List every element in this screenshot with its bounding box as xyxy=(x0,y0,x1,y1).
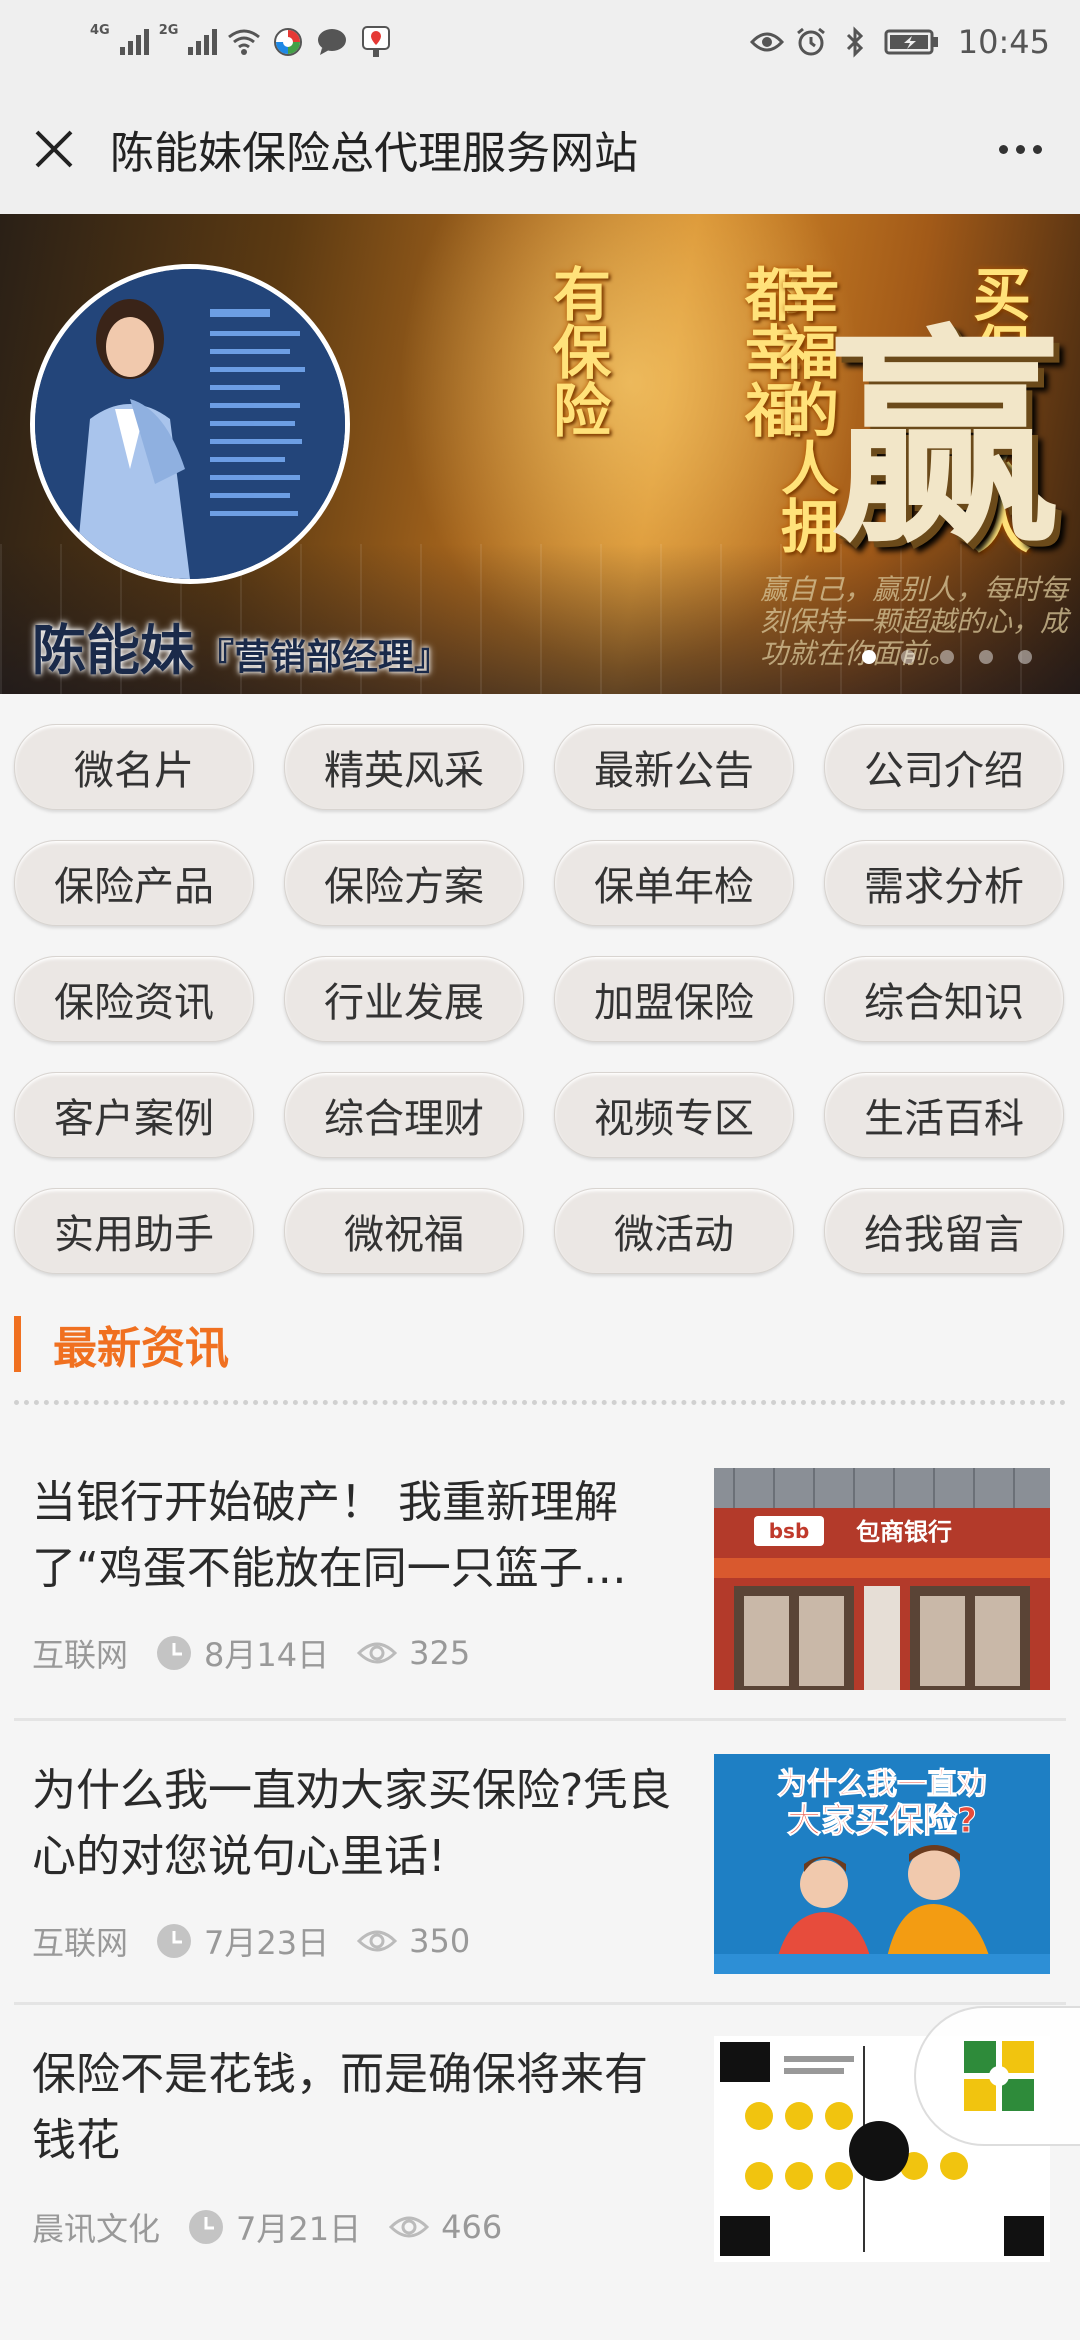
carousel-dot[interactable] xyxy=(979,650,993,664)
news-date: 8月14日 xyxy=(204,1636,330,1674)
news-meta: 互联网 8月14日 325 xyxy=(32,1630,470,1676)
menu-item-video[interactable]: 视频专区 xyxy=(554,1072,794,1158)
network-type-1: 4G xyxy=(90,22,110,38)
menu-item-industry[interactable]: 行业发展 xyxy=(284,956,524,1042)
list-divider xyxy=(14,2002,1066,2005)
map-icon xyxy=(359,25,393,59)
carousel-dot[interactable] xyxy=(940,650,954,664)
eye-icon xyxy=(389,2213,430,2241)
news-title: 保险不是花钱，而是确保将来有钱花 xyxy=(32,2049,648,2166)
menu-item-knowledge[interactable]: 综合知识 xyxy=(824,956,1064,1042)
close-button[interactable] xyxy=(24,119,84,179)
agent-photo xyxy=(35,269,345,579)
menu-item-products[interactable]: 保险产品 xyxy=(14,840,254,926)
clock: 10:45 xyxy=(957,23,1050,61)
eye-icon xyxy=(749,25,784,59)
floating-share-button[interactable] xyxy=(914,2006,1080,2146)
puzzle-icon xyxy=(964,2041,1034,2111)
list-divider xyxy=(14,1718,1066,1721)
section-title: 最新资讯 xyxy=(53,1323,229,1374)
news-title: 当银行开始破产！ 我重新理解了“鸡蛋不能放在同一只篮子… xyxy=(32,1477,627,1594)
clock-icon xyxy=(156,1635,192,1671)
alarm-icon xyxy=(794,25,828,59)
menu-item-tools[interactable]: 实用助手 xyxy=(14,1188,254,1274)
clock-icon xyxy=(188,2209,224,2245)
bluetooth-icon xyxy=(838,25,872,59)
menu-item-cases[interactable]: 客户案例 xyxy=(14,1072,254,1158)
menu-grid: 微名片 精英风采 最新公告 公司介绍 保险产品 保险方案 保单年检 需求分析 保… xyxy=(14,724,1066,1274)
section-accent-bar xyxy=(14,1316,21,1372)
news-source: 互联网 xyxy=(32,1636,129,1674)
news-item[interactable]: 当银行开始破产！ 我重新理解了“鸡蛋不能放在同一只篮子… 互联网 8月14日 3… xyxy=(0,1440,1080,1700)
carousel-dot[interactable] xyxy=(901,650,915,664)
agent-role: 『营销部经理』 xyxy=(198,637,451,678)
signal-icon xyxy=(119,29,149,55)
svg-text:为什么我一直劝: 为什么我一直劝 xyxy=(777,1767,987,1802)
clock-icon xyxy=(156,1923,192,1959)
news-item[interactable]: 为什么我一直劝大家买保险?凭良心的对您说句心里话! 互联网 7月23日 350 … xyxy=(0,1730,1080,1990)
eye-icon xyxy=(357,1927,398,1955)
news-source: 晨讯文化 xyxy=(32,2210,161,2248)
menu-item-encyclopedia[interactable]: 生活百科 xyxy=(824,1072,1064,1158)
svg-text:bsb: bsb xyxy=(769,1519,810,1543)
carousel-dots xyxy=(862,650,1032,664)
status-right: 10:45 xyxy=(749,23,1050,61)
svg-text:大家买保险?: 大家买保险? xyxy=(787,1801,977,1841)
banner-poem-col-4: 有保险 xyxy=(412,264,611,438)
menu-item-message[interactable]: 给我留言 xyxy=(824,1188,1064,1274)
menu-item-needs-analysis[interactable]: 需求分析 xyxy=(824,840,1064,926)
avatar[interactable] xyxy=(30,264,350,584)
close-icon xyxy=(35,130,73,168)
news-date: 7月23日 xyxy=(204,1924,330,1962)
app-icon xyxy=(271,25,305,59)
news-title: 为什么我一直劝大家买保险?凭良心的对您说句心里话! xyxy=(32,1765,672,1882)
agent-name-row: 陈能妹 『营销部经理』 xyxy=(32,606,450,685)
menu-item-elite[interactable]: 精英风采 xyxy=(284,724,524,810)
news-views: 466 xyxy=(441,2208,503,2246)
carousel-dot[interactable] xyxy=(862,650,876,664)
wifi-icon xyxy=(227,25,261,59)
more-button[interactable] xyxy=(990,124,1050,174)
news-date: 7月21日 xyxy=(236,2210,362,2248)
chat-icon xyxy=(315,25,349,59)
news-thumbnail: 为什么我一直劝 大家买保险? xyxy=(714,1754,1050,1974)
more-dot-icon xyxy=(998,144,1008,154)
menu-item-announcements[interactable]: 最新公告 xyxy=(554,724,794,810)
menu-item-company-intro[interactable]: 公司介绍 xyxy=(824,724,1064,810)
poem-col-4: 有保险 xyxy=(543,264,611,438)
news-meta: 互联网 7月23日 350 xyxy=(32,1918,470,1964)
status-bar: 4G 2G 10:45 xyxy=(0,0,1080,84)
news-views: 350 xyxy=(409,1922,471,1960)
more-dot-icon xyxy=(1032,144,1042,154)
news-views: 325 xyxy=(409,1634,471,1672)
page-title: 陈能妹保险总代理服务网站 xyxy=(110,128,638,179)
menu-item-blessing[interactable]: 微祝福 xyxy=(284,1188,524,1274)
carousel-dot[interactable] xyxy=(1018,650,1032,664)
menu-item-finance[interactable]: 综合理财 xyxy=(284,1072,524,1158)
news-meta: 晨讯文化 7月21日 466 xyxy=(32,2204,502,2250)
menu-item-plans[interactable]: 保险方案 xyxy=(284,840,524,926)
news-section-header: 最新资讯 xyxy=(14,1316,229,1374)
status-left: 4G 2G xyxy=(30,22,393,59)
menu-item-insurance-news[interactable]: 保险资讯 xyxy=(14,956,254,1042)
banner-big-char: 赢 xyxy=(829,305,1060,575)
menu-item-policy-check[interactable]: 保单年检 xyxy=(554,840,794,926)
top-bar: 陈能妹保险总代理服务网站 xyxy=(0,84,1080,214)
menu-item-join[interactable]: 加盟保险 xyxy=(554,956,794,1042)
network-type-2: 2G xyxy=(158,22,179,38)
battery-icon xyxy=(882,25,942,59)
more-dot-icon xyxy=(1015,144,1025,154)
agent-name: 陈能妹 xyxy=(32,619,194,682)
eye-icon xyxy=(357,1639,398,1667)
banner-carousel[interactable]: 买保险的人 都幸福 幸福的人拥 有保险 赢 赢自己，赢别人，每时每刻保持一颗超越… xyxy=(0,214,1080,694)
menu-item-micro-card[interactable]: 微名片 xyxy=(14,724,254,810)
signal-icon-2 xyxy=(188,29,218,55)
menu-item-activity[interactable]: 微活动 xyxy=(554,1188,794,1274)
svg-text:包商银行: 包商银行 xyxy=(856,1518,952,1546)
news-thumbnail: bsb 包商银行 xyxy=(714,1468,1050,1690)
section-divider xyxy=(14,1400,1066,1405)
news-source: 互联网 xyxy=(32,1924,129,1962)
